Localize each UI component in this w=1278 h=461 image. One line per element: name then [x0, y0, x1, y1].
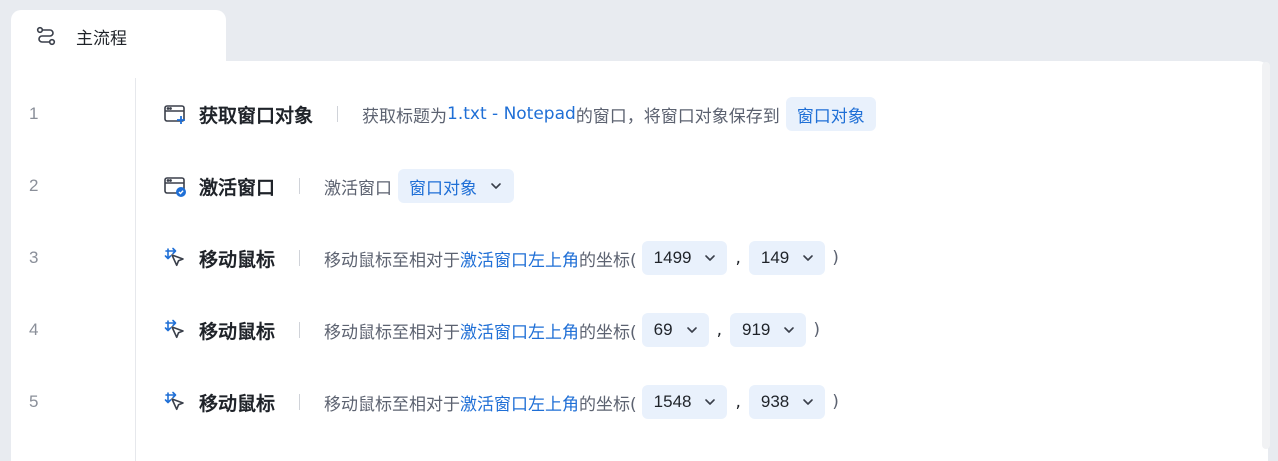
- flow-editor: 1 获取窗口对象 获取标题为 1.txt - Notepad 的窗口，将窗口对象…: [11, 61, 1268, 461]
- divider: [299, 178, 301, 194]
- y-coordinate-select[interactable]: 938: [748, 385, 826, 419]
- window-object-select[interactable]: 窗口对象: [398, 169, 515, 203]
- step-title: 移动鼠标: [199, 320, 276, 343]
- step-description: 移动鼠标至相对于: [324, 250, 461, 271]
- chevron-down-icon: [782, 323, 796, 337]
- step-title: 获取窗口对象: [199, 104, 314, 127]
- select-value: 窗口对象: [409, 178, 478, 199]
- step-title: 移动鼠标: [199, 392, 276, 415]
- x-value: 1548: [653, 392, 692, 411]
- y-coordinate-select[interactable]: 149: [748, 241, 826, 275]
- window-title-link[interactable]: 1.txt - Notepad: [447, 104, 576, 124]
- step-description-suffix: 的坐标(: [579, 322, 637, 343]
- comma: ,: [735, 248, 741, 268]
- gutter-divider: [135, 78, 136, 461]
- x-value: 69: [653, 320, 673, 339]
- step-title: 移动鼠标: [199, 248, 276, 271]
- step-description: 获取标题为: [362, 106, 448, 127]
- x-value: 1499: [653, 248, 692, 267]
- step-description: 移动鼠标至相对于: [324, 322, 461, 343]
- window-check-icon: [163, 174, 187, 198]
- tab-label: 主流程: [76, 28, 127, 49]
- anchor-link[interactable]: 激活窗口左上角: [460, 246, 579, 271]
- chevron-down-icon: [489, 179, 503, 193]
- divider: [299, 322, 301, 338]
- chevron-down-icon: [801, 251, 815, 265]
- close-paren: ): [832, 392, 839, 412]
- close-paren: ): [813, 320, 820, 340]
- comma: ,: [735, 392, 741, 412]
- y-coordinate-select[interactable]: 919: [729, 313, 807, 347]
- step-description-suffix: 的坐标(: [579, 250, 637, 271]
- chevron-down-icon: [703, 395, 717, 409]
- window-add-icon: [163, 102, 187, 126]
- divider: [299, 394, 301, 410]
- step-description: 激活窗口: [324, 178, 393, 199]
- output-variable-chip[interactable]: 窗口对象: [785, 97, 876, 131]
- line-number: 4: [29, 320, 39, 339]
- line-number: 1: [29, 104, 39, 123]
- line-number: 3: [29, 248, 39, 267]
- y-value: 938: [760, 392, 790, 411]
- step-description-suffix: 的窗口，将窗口对象保存到: [575, 106, 780, 127]
- chevron-down-icon: [685, 323, 699, 337]
- step-description-suffix: 的坐标(: [579, 394, 637, 415]
- tab-main-flow[interactable]: 主流程: [11, 10, 226, 62]
- comma: ,: [716, 320, 722, 340]
- x-coordinate-select[interactable]: 1499: [641, 241, 728, 275]
- y-value: 919: [741, 320, 771, 339]
- step-title: 激活窗口: [199, 176, 276, 199]
- x-coordinate-select[interactable]: 69: [641, 313, 709, 347]
- mouse-move-icon: [163, 390, 187, 414]
- chevron-down-icon: [801, 395, 815, 409]
- chevron-down-icon: [703, 251, 717, 265]
- close-paren: ): [832, 248, 839, 268]
- x-coordinate-select[interactable]: 1548: [641, 385, 728, 419]
- divider: [337, 106, 339, 122]
- step-description: 移动鼠标至相对于: [324, 394, 461, 415]
- mouse-move-icon: [163, 318, 187, 342]
- line-number: 2: [29, 176, 39, 195]
- anchor-link[interactable]: 激活窗口左上角: [460, 390, 579, 415]
- vertical-scrollbar[interactable]: [1262, 62, 1270, 449]
- y-value: 149: [760, 248, 790, 267]
- mouse-move-icon: [163, 246, 187, 270]
- flow-icon: [36, 26, 56, 46]
- anchor-link[interactable]: 激活窗口左上角: [460, 318, 579, 343]
- line-number: 5: [29, 392, 39, 411]
- divider: [299, 250, 301, 266]
